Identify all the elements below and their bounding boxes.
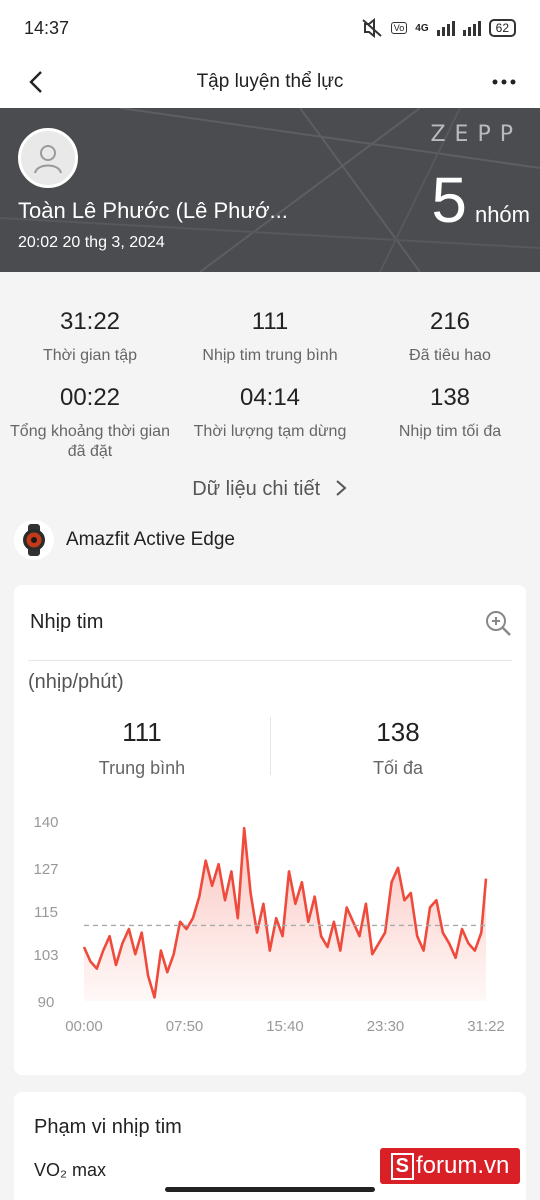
avg-label: Trung bình (98, 758, 186, 778)
heart-rate-chart: 140 127 115 103 90 00:00 07:50 15:40 23:30 31:22 (33, 814, 505, 1035)
stat-value: 04:14 (239, 384, 301, 411)
avatar[interactable] (18, 128, 78, 188)
y-tick-label: 90 (38, 994, 55, 1011)
stat-rest-interval: 00:22 Tổng khoảng thời gian đã đặt (0, 384, 180, 462)
stat-label: Thời gian tập (42, 347, 138, 364)
max-value: 138 (376, 717, 420, 747)
x-tick-label: 15:40 (266, 1018, 304, 1035)
volte-icon: Vo (390, 22, 408, 34)
stat-pause-duration: 04:14 Thời lượng tạm dừng (180, 384, 360, 442)
max-label: Tối đa (372, 758, 424, 778)
workout-datetime: 20:02 20 thg 3, 2024 (18, 234, 165, 251)
device-name: Amazfit Active Edge (66, 529, 235, 550)
watermark-text: forum.vn (415, 1152, 510, 1179)
sets-value: 5 (431, 164, 467, 236)
heart-rate-unit: (nhịp/phút) (28, 671, 124, 693)
y-tick-label: 115 (34, 904, 58, 921)
zoom-button[interactable] (484, 609, 512, 637)
sets-unit: nhóm (474, 202, 530, 227)
stat-value: 111 (251, 308, 289, 335)
watermark-logo: Sforum.vn (380, 1148, 520, 1184)
max-summary: 138 Tối đa (270, 717, 526, 779)
brand-logo: ZEPP (430, 122, 522, 147)
page-title: Tập luyện thể lực (196, 71, 344, 92)
y-tick-label: 140 (33, 814, 58, 831)
status-bar: 14:37 Vo 4G 62 (0, 0, 540, 56)
avg-summary: 111 Trung bình (14, 717, 270, 779)
status-time: 14:37 (24, 17, 70, 38)
x-tick-label: 23:30 (367, 1018, 405, 1035)
avg-value: 111 (122, 717, 162, 747)
stat-label: Nhịp tim tối đa (398, 423, 502, 440)
detail-data-link[interactable]: Dữ liệu chi tiết (0, 478, 540, 501)
stat-workout-time: 31:22 Thời gian tập (0, 308, 180, 366)
stat-calories: 216 Đã tiêu hao (360, 308, 540, 366)
battery-icon: 62 (488, 19, 516, 37)
device-row: Amazfit Active Edge (14, 520, 235, 560)
network-type: 4G (415, 22, 429, 34)
more-horizontal-icon (492, 79, 516, 85)
workout-header: Toàn Lê Phước (Lê Phướ... 20:02 20 thg 3… (0, 108, 540, 272)
more-button[interactable] (486, 64, 522, 100)
detail-link-label: Dữ liệu chi tiết (192, 478, 321, 500)
x-tick-label: 00:00 (65, 1018, 103, 1035)
stat-label: Thời lượng tạm dừng (193, 423, 347, 440)
x-tick-label: 07:50 (166, 1018, 204, 1035)
y-tick-label: 127 (33, 861, 58, 878)
stat-value: 138 (429, 384, 471, 411)
stat-value: 00:22 (59, 384, 121, 411)
sets-count: 5 nhóm (431, 168, 530, 232)
mute-icon (362, 18, 382, 38)
stat-label: Đã tiêu hao (409, 347, 491, 364)
back-button[interactable] (18, 64, 54, 100)
stat-label: Tổng khoảng thời gian đã đặt (10, 423, 170, 460)
range-title: Phạm vi nhịp tim (34, 1116, 182, 1138)
user-icon (34, 145, 62, 174)
chevron-left-icon (29, 71, 42, 93)
range-subtitle: VO₂ max (34, 1160, 106, 1180)
stat-value: 216 (429, 308, 471, 335)
heart-rate-title: Nhịp tim (30, 611, 104, 633)
y-tick-label: 103 (33, 947, 58, 964)
x-tick-label: 31:22 (467, 1018, 505, 1035)
home-indicator[interactable] (165, 1187, 375, 1192)
stat-max-heart-rate: 138 Nhịp tim tối đa (360, 384, 540, 442)
stat-value: 31:22 (59, 308, 121, 335)
app-bar: Tập luyện thể lực (0, 56, 540, 108)
divider (28, 660, 512, 661)
status-icons: Vo 4G 62 (361, 18, 516, 38)
heart-rate-card: Nhịp tim (nhịp/phút) 111 Trung bình 138 … (14, 585, 526, 1075)
zoom-in-icon (486, 611, 511, 636)
stat-avg-heart-rate: 111 Nhịp tim trung bình (180, 308, 360, 366)
watch-icon (14, 520, 54, 560)
user-name: Toàn Lê Phước (Lê Phướ... (18, 198, 288, 223)
stat-label: Nhịp tim trung bình (202, 347, 338, 364)
signal-icon-1 (436, 20, 455, 36)
chevron-right-icon (336, 480, 347, 496)
signal-icon-2 (462, 20, 481, 36)
